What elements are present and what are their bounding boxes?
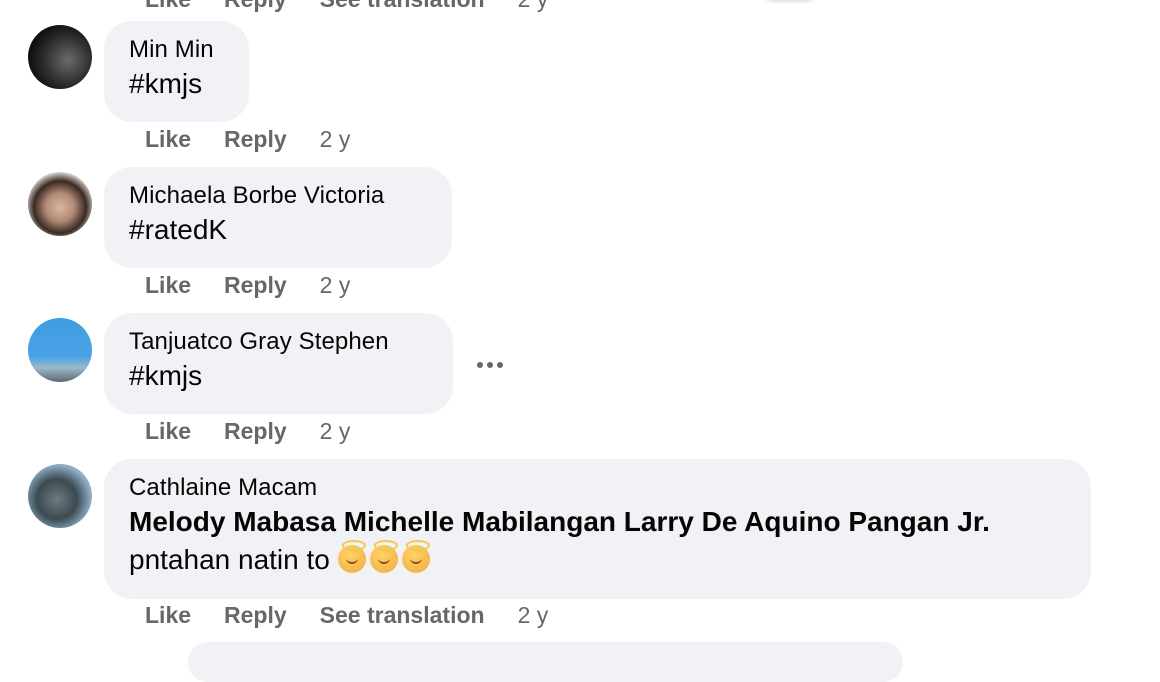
like-link[interactable]: Like bbox=[145, 0, 191, 13]
reply-link[interactable]: Reply bbox=[224, 272, 287, 299]
more-options-icon[interactable] bbox=[477, 362, 503, 368]
mentioned-users[interactable]: Melody Mabasa Michelle Mabilangan Larry … bbox=[129, 506, 990, 537]
like-link[interactable]: Like bbox=[145, 272, 191, 299]
like-link[interactable]: Like bbox=[145, 602, 191, 629]
relieved-face-emoji-icon bbox=[401, 540, 430, 573]
avatar[interactable] bbox=[28, 318, 92, 382]
reply-link[interactable]: Reply bbox=[224, 602, 287, 629]
comment-text[interactable]: #kmjs bbox=[129, 357, 428, 395]
timestamp[interactable]: 2 y bbox=[518, 0, 549, 13]
reply-link[interactable]: Reply bbox=[224, 418, 287, 445]
next-comment-bubble-edge bbox=[188, 642, 903, 682]
comment-author[interactable]: Cathlaine Macam bbox=[129, 473, 1066, 503]
avatar[interactable] bbox=[28, 464, 92, 528]
comment-text-line: pntahan natin to bbox=[129, 540, 1066, 579]
comment-bubble: Cathlaine Macam Melody Mabasa Michelle M… bbox=[104, 459, 1091, 599]
comment-text[interactable]: pntahan natin to bbox=[129, 544, 330, 575]
timestamp[interactable]: 2 y bbox=[320, 126, 351, 153]
relieved-face-emoji-icon bbox=[369, 540, 398, 573]
comment-author[interactable]: Min Min bbox=[129, 35, 224, 65]
reply-link[interactable]: Reply bbox=[224, 0, 287, 13]
comment-actions: Like Reply 2 y bbox=[145, 126, 350, 153]
avatar[interactable] bbox=[28, 25, 92, 89]
comment-bubble: Tanjuatco Gray Stephen #kmjs bbox=[104, 313, 453, 414]
timestamp[interactable]: 2 y bbox=[320, 418, 351, 445]
like-link[interactable]: Like bbox=[145, 418, 191, 445]
comment-bubble: Michaela Borbe Victoria #ratedK bbox=[104, 167, 452, 268]
timestamp[interactable]: 2 y bbox=[518, 602, 549, 629]
see-translation-link[interactable]: See translation bbox=[320, 602, 485, 629]
comment-actions: Like Reply 2 y bbox=[145, 272, 350, 299]
like-link[interactable]: Like bbox=[145, 126, 191, 153]
comment-text[interactable]: #kmjs bbox=[129, 65, 224, 103]
comment-bubble: Min Min #kmjs bbox=[104, 21, 249, 122]
timestamp[interactable]: 2 y bbox=[320, 272, 351, 299]
relieved-face-emoji-icon bbox=[337, 540, 366, 573]
reply-link[interactable]: Reply bbox=[224, 126, 287, 153]
see-translation-link[interactable]: See translation bbox=[320, 0, 485, 13]
comment-actions: Like Reply See translation 2 y bbox=[145, 602, 548, 629]
comment-author[interactable]: Tanjuatco Gray Stephen bbox=[129, 327, 428, 357]
avatar[interactable] bbox=[28, 172, 92, 236]
comment-actions: Like Reply 2 y bbox=[145, 418, 350, 445]
prev-comment-actions: Like Reply See translation 2 y bbox=[145, 0, 548, 14]
comment-mentions: Melody Mabasa Michelle Mabilangan Larry … bbox=[129, 503, 1066, 541]
comment-text[interactable]: #ratedK bbox=[129, 211, 427, 249]
comment-author[interactable]: Michaela Borbe Victoria bbox=[129, 181, 427, 211]
